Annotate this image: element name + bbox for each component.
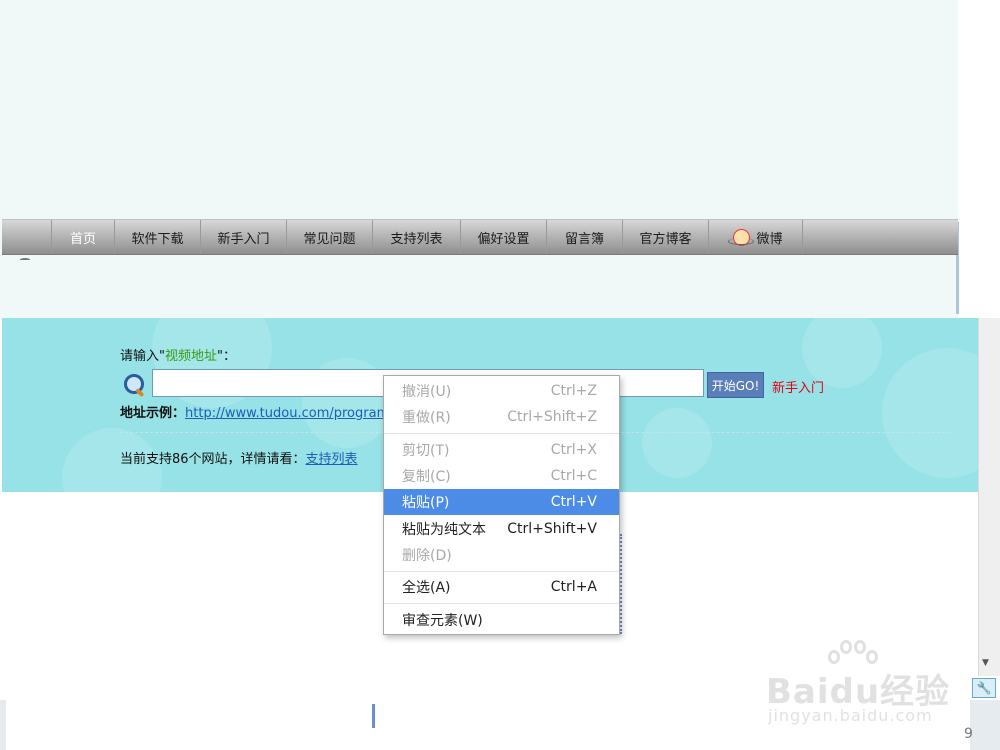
clock-fragment: 9 xyxy=(964,726,973,742)
menu-item-label: 审查元素(W) xyxy=(402,612,483,629)
scrollbar[interactable] xyxy=(978,318,1000,676)
menu-item[interactable]: 粘贴为纯文本 Ctrl+Shift+V xyxy=(384,515,619,541)
prompt-highlight: 视频地址 xyxy=(164,349,217,364)
menu-item-shortcut: Ctrl+A xyxy=(550,579,597,596)
wrench-icon[interactable]: 🔧 xyxy=(972,678,996,698)
menu-item-label: 撤消(U) xyxy=(402,384,452,401)
background-fragment xyxy=(620,534,624,634)
menu-item[interactable]: 撤消(U) Ctrl+Z xyxy=(384,378,619,404)
nav-item-3[interactable]: 常见问题 xyxy=(287,220,373,254)
magnifier-icon xyxy=(122,372,148,398)
nav-item-label: 新手入门 xyxy=(217,231,270,247)
nav-item-label: 常见问题 xyxy=(303,231,356,247)
context-menu: 撤消(U) Ctrl+Z 重做(R) Ctrl+Shift+Z 剪切(T) Ctrl+X 复… xyxy=(383,375,620,635)
menu-item-shortcut: Ctrl+C xyxy=(550,468,597,485)
menu-item[interactable]: 粘贴(P) Ctrl+V xyxy=(384,489,619,516)
background-fragment-2 xyxy=(372,704,375,728)
taskbar-panel xyxy=(6,700,374,750)
menu-item-shortcut: Ctrl+V xyxy=(550,494,597,511)
example-line: 地址示例：http://www.tudou.com/programs xyxy=(120,402,396,421)
prompt-prefix: 请输入" xyxy=(120,349,165,364)
main-nav: 首页 软件下载 新手入门 常见问题 支持列表 偏好设置 留言簿 官方博客 微博 xyxy=(2,219,958,255)
weibo-icon xyxy=(728,228,755,246)
prompt-suffix: "： xyxy=(217,349,236,364)
nav-item-label: 官方博客 xyxy=(639,231,692,247)
menu-item[interactable]: 重做(R) Ctrl+Shift+Z xyxy=(384,404,619,430)
nav-item-label: 软件下载 xyxy=(131,231,184,247)
example-url-link[interactable]: http://www.tudou.com/programs xyxy=(185,406,396,421)
scroll-down-arrow-icon[interactable]: ▼ xyxy=(982,658,989,668)
nav-item-8[interactable]: 微博 xyxy=(709,220,803,254)
nav-item-0[interactable]: 首页 xyxy=(52,220,115,254)
nav-item-label: 偏好设置 xyxy=(477,231,530,247)
nav-item-label: 微博 xyxy=(756,231,783,247)
menu-item-shortcut: Ctrl+Shift+V xyxy=(507,520,597,537)
menu-item[interactable]: 复制(C) Ctrl+C xyxy=(384,463,619,489)
example-label: 地址示例： xyxy=(120,406,186,421)
support-text: 当前支持86个网站，详情请看： xyxy=(120,452,306,467)
menu-item-label: 剪切(T) xyxy=(402,442,450,459)
nav-item-label: 支持列表 xyxy=(390,231,443,247)
nav-item-4[interactable]: 支持列表 xyxy=(373,220,461,254)
support-list-link[interactable]: 支持列表 xyxy=(306,452,358,467)
menu-item-label: 粘贴为纯文本 xyxy=(402,521,486,538)
menu-item-label: 粘贴(P) xyxy=(402,495,450,512)
newbie-link[interactable]: 新手入门 xyxy=(772,377,824,396)
nav-item-label: 留言簿 xyxy=(564,231,604,247)
decor-mark xyxy=(20,258,30,261)
menu-item[interactable]: 全选(A) Ctrl+A xyxy=(384,574,619,600)
nav-item-1[interactable]: 软件下载 xyxy=(115,220,201,254)
menu-item-label: 全选(A) xyxy=(402,580,451,597)
menu-item-shortcut: Ctrl+Z xyxy=(550,383,597,400)
menu-item-shortcut: Ctrl+Shift+Z xyxy=(507,409,597,426)
go-button[interactable]: 开始GO! xyxy=(707,372,764,398)
watermark-sub: jingyan.baidu.com xyxy=(768,706,933,725)
nav-item-label: 首页 xyxy=(69,231,96,247)
baidu-watermark: Baidu经验 jingyan.baidu.com xyxy=(764,640,954,730)
nav-item-2[interactable]: 新手入门 xyxy=(201,220,287,254)
nav-lead-cell xyxy=(2,220,52,254)
nav-item-5[interactable]: 偏好设置 xyxy=(461,220,547,254)
menu-item-shortcut: Ctrl+X xyxy=(550,441,597,458)
search-prompt: 请输入"视频地址"： xyxy=(120,345,236,364)
nav-item-6[interactable]: 留言簿 xyxy=(547,220,623,254)
menu-item-label: 复制(C) xyxy=(402,469,451,486)
menu-item[interactable]: 删除(D) xyxy=(384,542,619,568)
support-line: 当前支持86个网站，详情请看：支持列表 xyxy=(120,448,358,467)
menu-item-label: 重做(R) xyxy=(402,410,451,427)
menu-item[interactable]: 剪切(T) Ctrl+X xyxy=(384,437,619,463)
menu-item-label: 删除(D) xyxy=(402,547,452,564)
page-header xyxy=(0,0,958,318)
nav-item-7[interactable]: 官方博客 xyxy=(623,220,709,254)
menu-item[interactable]: 审查元素(W) xyxy=(384,606,619,632)
right-margin xyxy=(958,0,1000,318)
